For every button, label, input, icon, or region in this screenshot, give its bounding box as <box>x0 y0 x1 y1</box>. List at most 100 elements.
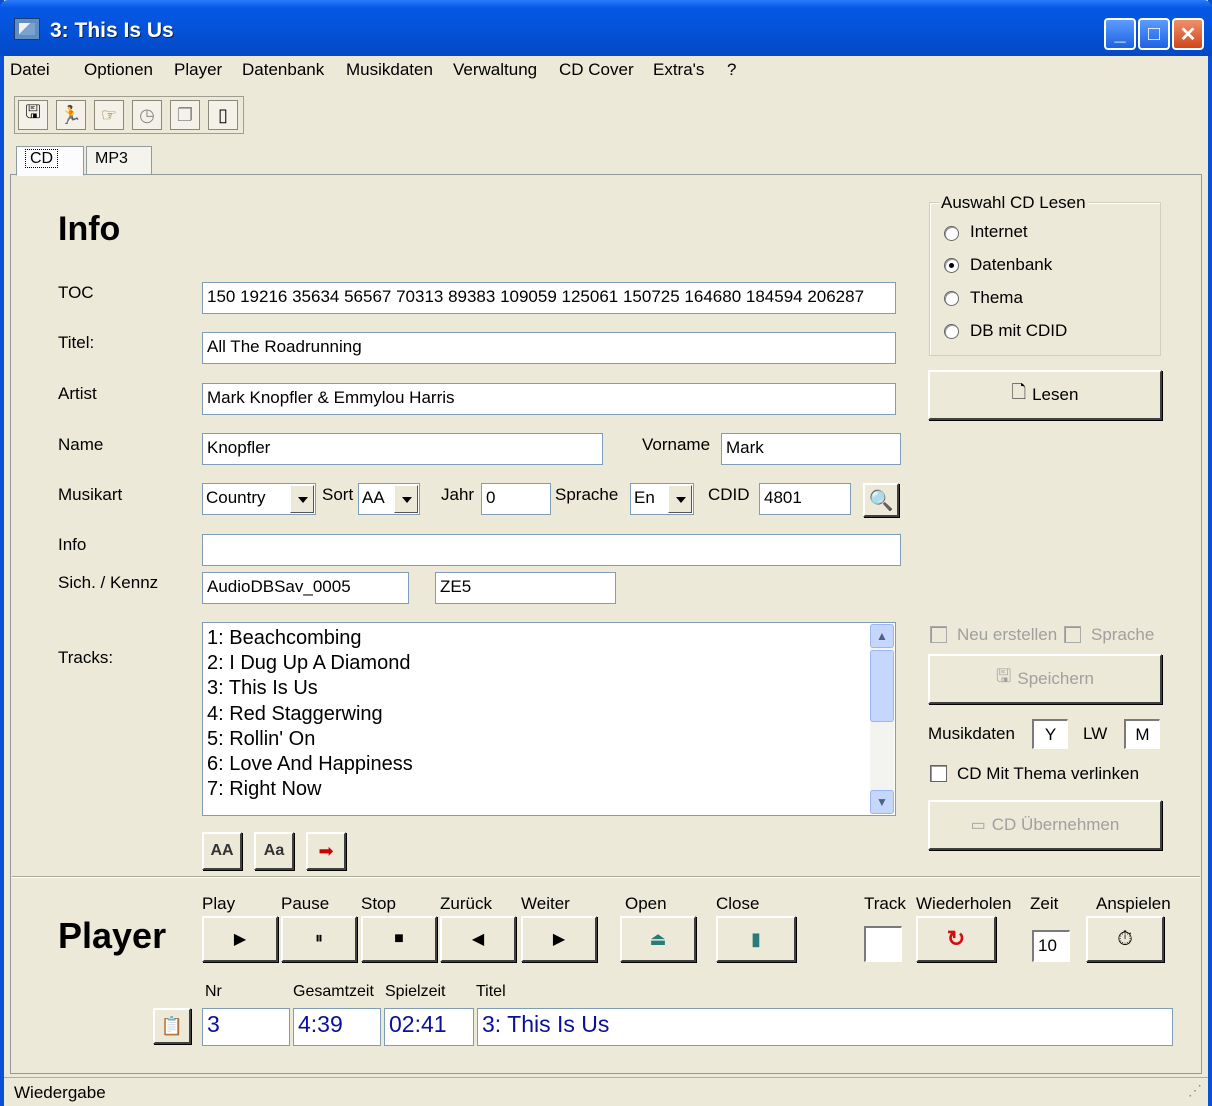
tracks-list[interactable]: 1: Beachcombing 2: I Dug Up A Diamond 3:… <box>202 622 896 816</box>
scroll-down-icon[interactable]: ▼ <box>870 790 894 814</box>
hand-pointer-icon[interactable]: ☞ <box>94 100 124 130</box>
speichern-label: Speichern <box>1017 669 1094 688</box>
tracks-scrollbar[interactable]: ▲ ▼ <box>870 624 894 814</box>
list-item[interactable]: 3: This Is Us <box>207 677 318 700</box>
uppercase-icon[interactable]: AA <box>202 832 242 870</box>
weiter-button[interactable]: ▶ <box>521 916 597 962</box>
tab-cd[interactable]: CD <box>16 146 84 176</box>
titel-field[interactable]: All The Roadrunning <box>202 332 896 364</box>
save-disk-icon: 🖫 <box>996 666 1012 686</box>
menu-cd-cover[interactable]: CD Cover <box>559 60 634 80</box>
scroll-up-icon[interactable]: ▲ <box>870 624 894 648</box>
chevron-down-icon[interactable] <box>394 485 418 513</box>
musikart-value: Country <box>206 488 266 507</box>
menu-help[interactable]: ? <box>727 60 736 80</box>
copy-pages-icon[interactable]: ❐ <box>170 100 200 130</box>
close-tray-button[interactable]: ▮ <box>716 916 796 962</box>
pause-icon: ⏸ <box>314 930 323 947</box>
save-disk-icon[interactable]: 🖫 <box>18 100 48 130</box>
open-label: Open <box>625 894 667 913</box>
sort-select[interactable]: AA <box>358 483 420 515</box>
open-button[interactable]: ⏏ <box>620 916 696 962</box>
run-icon[interactable]: 🏃 <box>56 100 86 130</box>
chevron-down-icon[interactable] <box>290 485 314 513</box>
list-item[interactable]: 2: I Dug Up A Diamond <box>207 652 410 675</box>
sprache-value: En <box>634 488 655 507</box>
status-bar: Wiedergabe ⋰ <box>4 1077 1208 1106</box>
toc-field[interactable]: 150 19216 35634 56567 70313 89383 109059… <box>202 282 896 314</box>
playlist-icon[interactable]: 📋 <box>153 1008 191 1044</box>
capitalize-icon[interactable]: Aa <box>254 832 294 870</box>
anspielen-button[interactable]: ⏱ <box>1086 916 1164 962</box>
radio-thema[interactable] <box>944 291 959 306</box>
lesen-button[interactable]: 🗋 Lesen <box>928 370 1162 420</box>
neu-erstellen-checkbox[interactable] <box>930 626 947 643</box>
radio-internet-label[interactable]: Internet <box>970 222 1028 242</box>
clock-icon[interactable]: ◷ <box>132 100 162 130</box>
sprache-select[interactable]: En <box>630 483 694 515</box>
menu-player[interactable]: Player <box>174 60 222 80</box>
musikart-label: Musikart <box>58 485 123 504</box>
name-field[interactable]: Knopfler <box>202 433 603 465</box>
radio-db-mit-cdid-label[interactable]: DB mit CDID <box>970 321 1067 341</box>
menu-datei[interactable]: Datei <box>10 60 50 80</box>
info-field[interactable] <box>202 534 901 566</box>
toolbar: 🖫 🏃 ☞ ◷ ❐ ▯ <box>14 96 244 134</box>
title-bar[interactable]: 3: This Is Us _ □ ✕ <box>0 0 1212 56</box>
device-icon[interactable]: ▯ <box>208 100 238 130</box>
menu-datenbank[interactable]: Datenbank <box>242 60 324 80</box>
lw-label: LW <box>1083 724 1108 743</box>
speichern-button[interactable]: 🖫 Speichern <box>928 654 1162 704</box>
chevron-down-icon[interactable] <box>668 485 692 513</box>
vorname-field[interactable]: Mark <box>721 433 901 465</box>
minimize-button[interactable]: _ <box>1104 18 1136 50</box>
menu-musikdaten[interactable]: Musikdaten <box>346 60 433 80</box>
search-icon[interactable]: 🔍 <box>863 483 899 517</box>
sprache-checkbox[interactable] <box>1064 626 1081 643</box>
lesen-label: Lesen <box>1032 385 1079 404</box>
zeit-field[interactable]: 10 <box>1032 930 1070 962</box>
menu-optionen[interactable]: Optionen <box>84 60 153 80</box>
pause-button[interactable]: ⏸ <box>281 916 357 962</box>
jahr-field[interactable]: 0 <box>481 483 551 515</box>
radio-thema-label[interactable]: Thema <box>970 288 1023 308</box>
list-item[interactable]: 5: Rollin' On <box>207 728 315 751</box>
cd-uebernehmen-button[interactable]: ▭ CD Übernehmen <box>928 800 1162 850</box>
repeat-button[interactable]: ↻ <box>916 916 996 962</box>
nr-label: Nr <box>205 983 222 1000</box>
cd-thema-label: CD Mit Thema verlinken <box>957 764 1140 783</box>
artist-label: Artist <box>58 384 97 403</box>
tab-mp3[interactable]: MP3 <box>86 146 152 176</box>
musikdaten-field[interactable]: Y <box>1032 719 1068 749</box>
kennz-field[interactable]: ZE5 <box>435 572 616 604</box>
window-icon: ▭ <box>970 817 986 834</box>
list-item[interactable]: 6: Love And Happiness <box>207 753 413 776</box>
menu-verwaltung[interactable]: Verwaltung <box>453 60 537 80</box>
scroll-thumb[interactable] <box>870 650 894 722</box>
radio-db-mit-cdid[interactable] <box>944 324 959 339</box>
list-item[interactable]: 1: Beachcombing <box>207 627 362 650</box>
menu-extras[interactable]: Extra's <box>653 60 704 80</box>
close-button[interactable]: ✕ <box>1172 18 1204 50</box>
player-heading: Player <box>58 915 167 956</box>
cd-thema-checkbox[interactable] <box>930 765 947 782</box>
cdid-field[interactable]: 4801 <box>759 483 851 515</box>
zeit-label: Zeit <box>1030 894 1059 913</box>
export-arrow-icon[interactable]: ➡ <box>306 832 346 870</box>
radio-internet[interactable] <box>944 226 959 241</box>
maximize-button[interactable]: □ <box>1138 18 1170 50</box>
artist-field[interactable]: Mark Knopfler & Emmylou Harris <box>202 383 896 415</box>
wiederholen-label: Wiederholen <box>916 894 1012 913</box>
play-button[interactable]: ▶ <box>202 916 278 962</box>
track-field[interactable] <box>864 926 902 962</box>
musikart-select[interactable]: Country <box>202 483 316 515</box>
zurueck-button[interactable]: ◀ <box>440 916 516 962</box>
list-item[interactable]: 4: Red Staggerwing <box>207 703 383 726</box>
stop-button[interactable]: ■ <box>361 916 437 962</box>
radio-datenbank-label[interactable]: Datenbank <box>970 255 1052 275</box>
list-item[interactable]: 7: Right Now <box>207 778 322 801</box>
radio-datenbank[interactable] <box>944 258 959 273</box>
sich-field[interactable]: AudioDBSav_0005 <box>202 572 409 604</box>
resize-grip-icon[interactable]: ⋰ <box>1188 1082 1202 1099</box>
lw-field[interactable]: M <box>1124 719 1160 749</box>
